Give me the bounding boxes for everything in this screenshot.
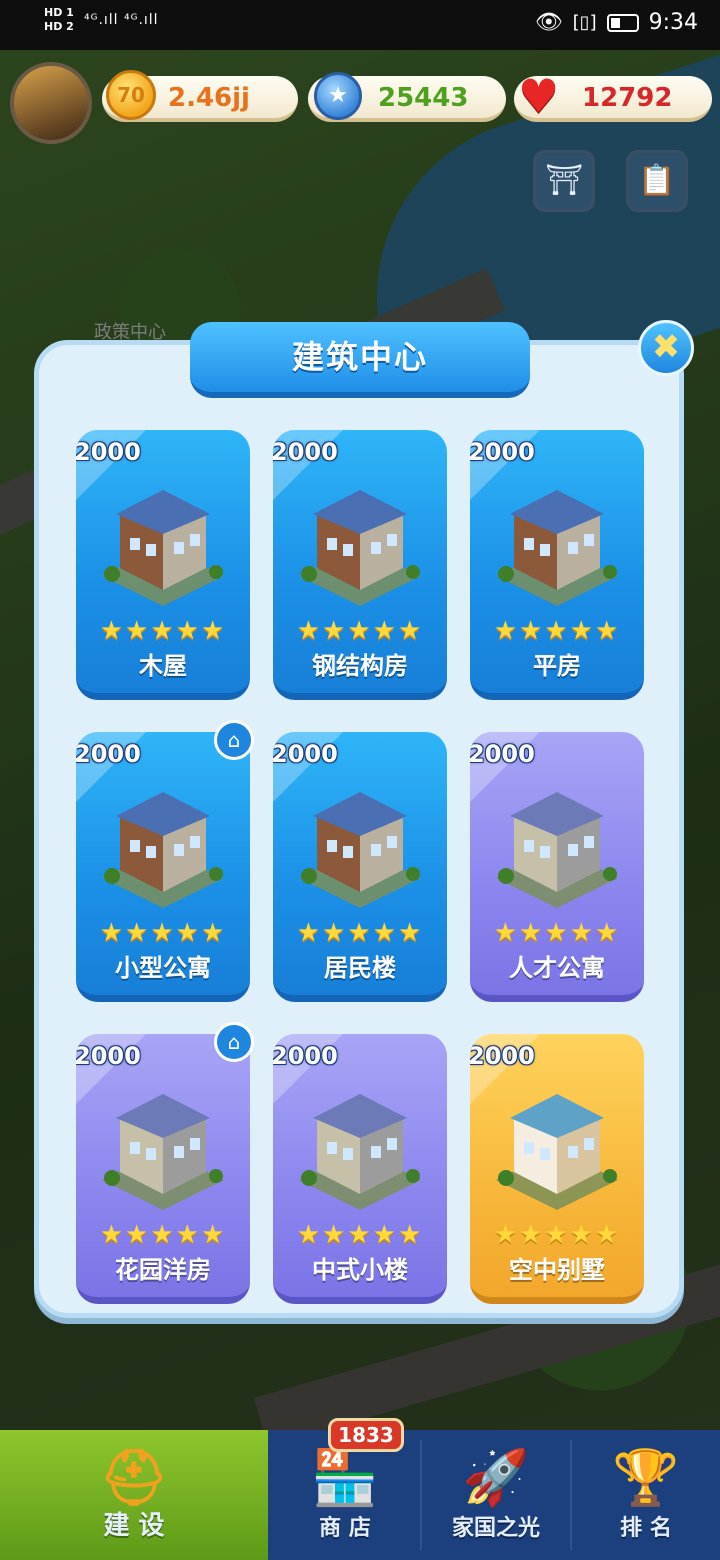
star-rating-icon: ★★★★★ [99, 616, 227, 646]
tasks-button[interactable]: 📋 [626, 150, 688, 212]
heart-value: 12792 [582, 83, 673, 113]
signal-icon: ⁴ᴳ.ıll ⁴ᴳ.ıll [84, 12, 159, 28]
card-price: 2000 [273, 1042, 338, 1070]
card-price: 2000 [76, 438, 141, 466]
card-price: 2000 [470, 1042, 535, 1070]
building-name: 中式小楼 [312, 1256, 408, 1284]
building-name: 花园洋房 [115, 1256, 211, 1284]
building-name: 人才公寓 [509, 954, 605, 982]
modal-title: 建筑中心 [190, 322, 530, 398]
hard-hat-icon: ⛑ [99, 1446, 169, 1509]
building-card[interactable]: 2000 ★★★★★ 中式小楼 [273, 1034, 447, 1304]
bridge-event-button[interactable]: ⛩ [533, 150, 595, 212]
star-rating-icon: ★★★★★ [493, 918, 621, 948]
card-price: 2000 [470, 438, 535, 466]
eye-icon: 👁 [534, 10, 563, 35]
clipboard-icon: 📋 [638, 163, 676, 198]
shop-count-badge: 1833 [328, 1418, 404, 1452]
star-gem-icon: ★ [314, 72, 362, 120]
building-illustration [496, 792, 618, 908]
gold-value: 2.46jj [168, 83, 250, 113]
star-rating-icon: ★★★★★ [99, 918, 227, 948]
building-name: 钢结构房 [312, 652, 408, 680]
building-illustration [299, 792, 421, 908]
home-badge-icon: ⌂ [214, 720, 254, 760]
hd2-label: HD 2 [44, 20, 74, 33]
vibrate-icon: [▯] [572, 12, 597, 33]
star-rating-icon: ★★★★★ [99, 1220, 227, 1250]
close-button[interactable]: ✖ [638, 320, 694, 376]
building-name: 居民楼 [324, 954, 396, 982]
star-rating-icon: ★★★★★ [493, 616, 621, 646]
building-name: 空中别墅 [509, 1256, 605, 1284]
heart-counter[interactable]: ♥ 12792 [514, 70, 712, 122]
clock: 9:34 [648, 10, 698, 35]
building-card[interactable]: 2000 ★★★★★ 平房 [470, 430, 644, 700]
building-illustration [102, 1094, 224, 1210]
gem-counter[interactable]: ★ 25443 [308, 72, 506, 122]
building-name: 平房 [533, 652, 581, 680]
building-card[interactable]: 2000 ★★★★★ 空中别墅 [470, 1034, 644, 1304]
gem-value: 25443 [378, 83, 469, 113]
shop-icon: 🏪 [311, 1446, 379, 1509]
hd-indicator: HD 1 HD 2 [44, 6, 74, 34]
building-illustration [496, 490, 618, 606]
home-badge-icon: ⌂ [214, 1022, 254, 1062]
star-rating-icon: ★★★★★ [296, 918, 424, 948]
star-rating-icon: ★★★★★ [296, 616, 424, 646]
card-price: 2000 [76, 1042, 141, 1070]
card-price: 2000 [273, 438, 338, 466]
bridge-icon: ⛩ [544, 163, 584, 198]
building-name: 木屋 [139, 652, 187, 680]
building-card[interactable]: 2000 ★★★★★ 人才公寓 [470, 732, 644, 1002]
ranking-icon: 🏆 [612, 1446, 680, 1509]
star-rating-icon: ★★★★★ [296, 1220, 424, 1250]
status-bar: HD 1 HD 2 ⁴ᴳ.ıll ⁴ᴳ.ıll 👁 [▯] 9:34 [0, 0, 720, 50]
tab-national-light[interactable]: 🚀 家国之光 [422, 1430, 570, 1560]
card-price: 2000 [76, 740, 141, 768]
tab-build[interactable]: ⛑ 建 设 [0, 1430, 268, 1560]
player-avatar[interactable] [10, 62, 92, 144]
building-illustration [496, 1094, 618, 1210]
building-illustration [102, 490, 224, 606]
tab-national-light-label: 家国之光 [451, 1516, 540, 1541]
battery-icon [606, 13, 639, 32]
building-card[interactable]: 2000 ★★★★★ 木屋 [76, 430, 250, 700]
heart-icon: ♥ [518, 69, 560, 123]
building-name: 小型公寓 [115, 954, 211, 982]
hd1-label: HD 1 [44, 6, 74, 19]
building-card[interactable]: 2000 ★★★★★ 居民楼 [273, 732, 447, 1002]
gold-counter[interactable]: 70 2.46jj [102, 70, 298, 122]
tab-build-label: 建 设 [103, 1511, 165, 1541]
tab-ranking-label: 排 名 [620, 1516, 672, 1541]
tab-shop-label: 商 店 [319, 1516, 371, 1541]
status-right: 👁 [▯] 9:34 [535, 10, 698, 35]
rocket-icon: 🚀 [462, 1446, 530, 1509]
building-card[interactable]: 2000 ★★★★★ 小型公寓 [76, 732, 250, 1002]
gold-coin-icon: 70 [106, 70, 156, 120]
star-rating-icon: ★★★★★ [493, 1220, 621, 1250]
card-price: 2000 [470, 740, 535, 768]
building-illustration [299, 1094, 421, 1210]
card-price: 2000 [273, 740, 338, 768]
tab-ranking[interactable]: 🏆 排 名 [572, 1430, 720, 1560]
building-card[interactable]: 2000 ★★★★★ 钢结构房 [273, 430, 447, 700]
building-illustration [102, 792, 224, 908]
building-illustration [299, 490, 421, 606]
building-card[interactable]: 2000 ★★★★★ 花园洋房 [76, 1034, 250, 1304]
